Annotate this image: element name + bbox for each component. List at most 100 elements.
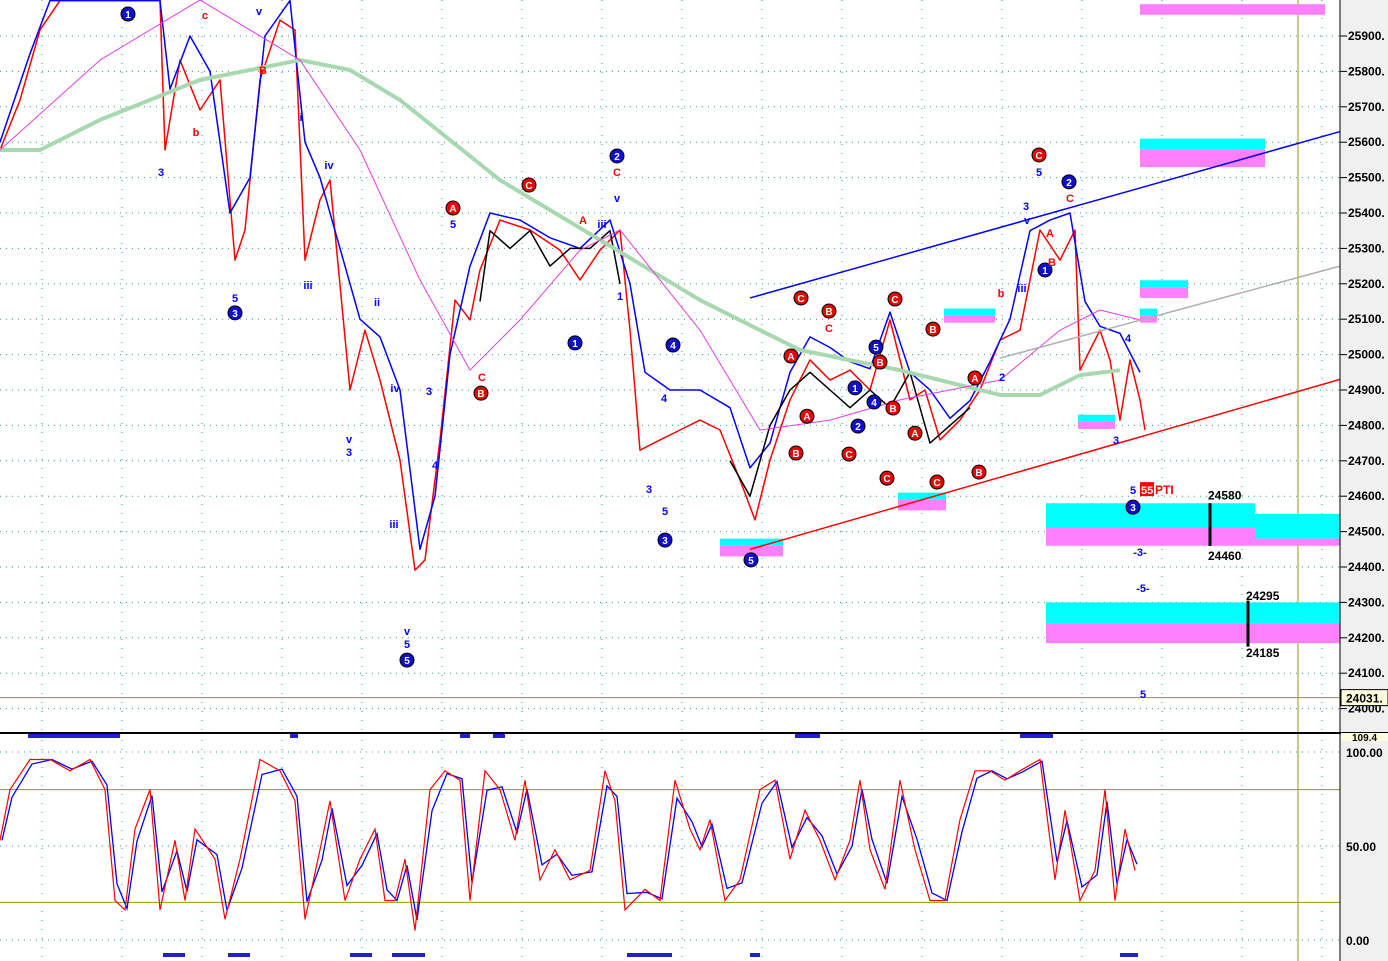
zone-magenta — [1140, 287, 1188, 298]
wave-label: C — [845, 450, 852, 461]
wave-label: v — [1024, 215, 1031, 227]
elliott-wave-chart[interactable]: 24580244602429524185 1321 43555124123ACBC… — [0, 0, 1388, 961]
target-zones: 24580 24460 24295 24185 — [720, 4, 1340, 660]
y-tick-label: 24600. — [1348, 489, 1385, 503]
osc-line-blue — [1, 758, 1138, 921]
level-label: 24460 — [1208, 549, 1242, 563]
y-tick-label: 25300. — [1348, 241, 1385, 255]
chart-window: 24580 24460 24295 24185 132143555124123ACBC… — [0, 0, 1388, 961]
wave-label: 5 — [748, 556, 754, 567]
wave-label: 5 — [1130, 485, 1136, 497]
zone-cyan — [1140, 308, 1157, 316]
wave-label: A — [1046, 228, 1054, 240]
zone-cyan — [1078, 414, 1115, 422]
wave-label: iii — [303, 280, 312, 292]
wave-label: 3 — [232, 309, 238, 320]
zone-cyan — [1046, 602, 1340, 624]
wave-label: B — [477, 389, 484, 400]
wave-label: 1 — [125, 10, 131, 21]
wave-label: C — [613, 167, 621, 179]
wave-label: C — [525, 181, 532, 192]
wave-label: ii — [374, 297, 380, 309]
wave-label: B — [929, 325, 936, 336]
wave-label: 5 — [873, 343, 879, 354]
pti-number: 55 — [1141, 485, 1153, 497]
osc-readout: 109.4 — [1352, 733, 1377, 744]
y-tick-label: 24800. — [1348, 418, 1385, 432]
wave-label: C — [933, 478, 940, 489]
wave-label: 2 — [999, 372, 1005, 384]
zone-cyan — [1255, 513, 1340, 539]
wave-label: B — [1048, 257, 1056, 269]
wave-label: A — [911, 429, 918, 440]
zone-magenta — [1046, 528, 1255, 546]
zone-magenta — [1078, 421, 1115, 429]
wave-label: c — [202, 10, 208, 22]
y-tick-label: 25500. — [1348, 171, 1385, 185]
wave-label: B — [259, 65, 267, 77]
y-tick-label: 25000. — [1348, 348, 1385, 362]
wave-label: 3 — [646, 484, 652, 496]
wave-label: b — [998, 288, 1005, 300]
series-ma-green — [0, 58, 1121, 397]
y-tick-label: 24700. — [1348, 454, 1385, 468]
wave-label: 5 — [450, 219, 456, 231]
wave-label: 5 — [662, 506, 668, 518]
wave-label: C — [1035, 151, 1042, 162]
zone-magenta — [944, 315, 995, 323]
wave-label: 3 — [1113, 435, 1119, 447]
wave-label: B — [889, 404, 896, 415]
wave-label: v — [404, 626, 411, 638]
osc-tick-label: 100.00 — [1346, 746, 1383, 760]
zone-cyan — [944, 308, 995, 316]
wave-label: v — [614, 193, 621, 205]
wave-label: 3 — [662, 536, 668, 547]
wave-label: 2 — [1066, 178, 1072, 189]
y-tick-label: 25200. — [1348, 277, 1385, 291]
wave-label: iv — [324, 160, 334, 172]
pti-label: PTI — [1155, 483, 1174, 497]
wave-label: 5 — [1140, 689, 1146, 701]
wave-label: A — [803, 412, 810, 423]
wave-label: 2 — [614, 152, 620, 163]
wave-label: v — [346, 434, 353, 446]
wave-label: C — [478, 372, 486, 384]
oscillator-panel: 100.00 50.00 0.00 109.4 — [0, 732, 1388, 957]
wave-label: 4 — [432, 460, 439, 472]
series-price-blue — [0, 0, 1141, 551]
wave-label: 4 — [1125, 333, 1132, 345]
wave-label: 2 — [855, 422, 861, 433]
wave-label: B — [825, 307, 832, 318]
zone-magenta — [1255, 538, 1340, 546]
wave-label: C — [825, 323, 833, 335]
wave-label: B — [975, 468, 982, 479]
osc-line-red — [0, 758, 1136, 931]
wave-label: iii — [597, 219, 606, 231]
trendlines[interactable] — [749, 130, 1341, 551]
wave-label: B — [876, 358, 883, 369]
wave-label: 3 — [346, 447, 352, 459]
wave-label: C — [1066, 193, 1074, 205]
level-label: 24580 — [1208, 488, 1242, 502]
wave-label: 5 — [1036, 167, 1042, 179]
wave-label: 3 — [158, 167, 164, 179]
y-tick-label: 25700. — [1348, 100, 1385, 114]
wave-label: i — [299, 112, 302, 124]
wave-label: 4 — [871, 398, 877, 409]
wave-label: b — [193, 127, 200, 139]
osc-tick-label: 0.00 — [1346, 934, 1370, 948]
wave-label: C — [797, 294, 804, 305]
trendline-gray-channel — [999, 265, 1341, 359]
zone-cyan — [898, 492, 946, 500]
wave-label: 1 — [617, 291, 623, 303]
wave-label: 3 — [1130, 503, 1136, 514]
y-tick-label: 25800. — [1348, 64, 1385, 78]
wave-label: iii — [389, 519, 398, 531]
series-ma-magenta — [0, 0, 1141, 431]
y-tick-label: 25100. — [1348, 312, 1385, 326]
zone-cyan — [1140, 138, 1265, 150]
zone-magenta — [1046, 623, 1340, 644]
wave-label: 4 — [670, 341, 676, 352]
wave-label: -3- — [1133, 547, 1147, 559]
wave-label: 1 — [852, 384, 858, 395]
